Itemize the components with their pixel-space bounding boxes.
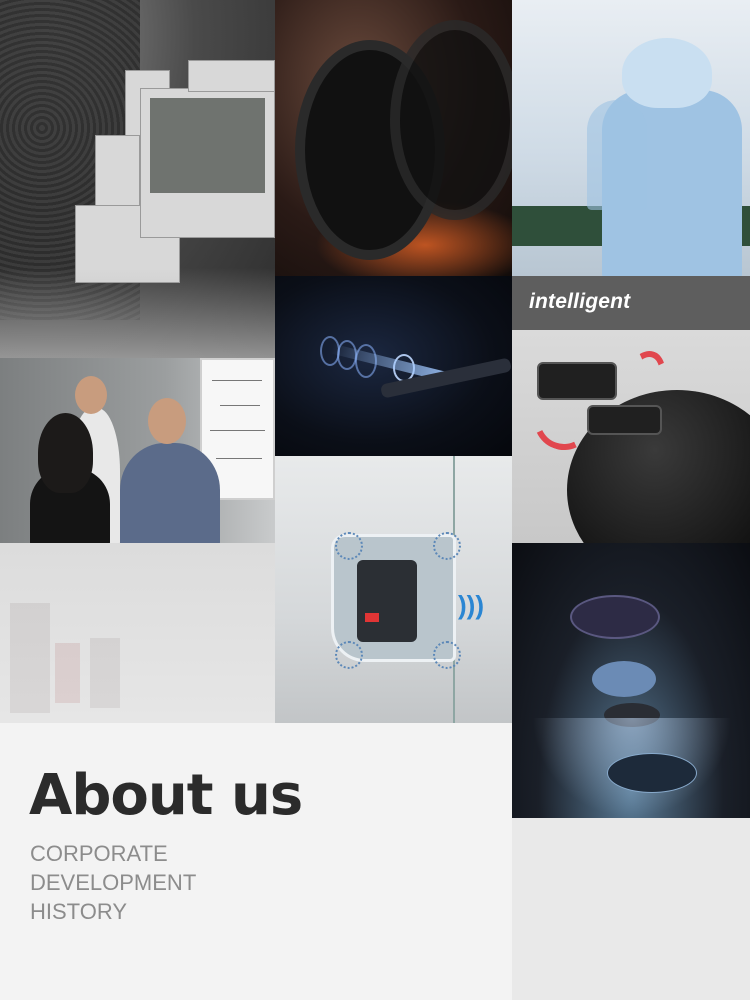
aerial-campus-photo <box>0 0 275 358</box>
sensor-wave-2 <box>433 532 461 560</box>
fog-overlay <box>0 268 275 358</box>
module-slot <box>587 405 662 435</box>
faded-background-photo <box>0 543 275 723</box>
person-back-head <box>75 376 107 414</box>
presenter-head <box>148 398 186 444</box>
camera-lens-photo <box>275 276 512 456</box>
wireless-signal-icon: ))) <box>458 590 484 620</box>
sensor-wave-4 <box>433 641 461 669</box>
top-disk <box>570 595 660 639</box>
robot-wheel-photo <box>275 0 512 276</box>
robot-vacuum-exploded-photo <box>512 330 750 543</box>
intelligent-banner: intelligent <box>512 276 750 330</box>
factory-worker-photo <box>512 0 750 276</box>
woman-hair <box>38 413 93 493</box>
building-2 <box>95 135 140 215</box>
right-bottom-panel <box>512 818 750 1000</box>
worker-background <box>587 100 647 210</box>
floor-spot <box>607 753 697 793</box>
green-roof <box>150 98 265 193</box>
building-4 <box>188 60 275 92</box>
lidar-disk <box>592 661 656 697</box>
subtitle-line-1: CORPORATE <box>30 841 168 866</box>
intelligent-label: intelligent <box>529 290 631 313</box>
about-subtitle: CORPORATE DEVELOPMENT HISTORY <box>30 839 196 926</box>
subtitle-line-3: HISTORY <box>30 899 127 924</box>
subtitle-line-2: DEVELOPMENT <box>30 870 197 895</box>
wheel-back <box>390 20 512 220</box>
person-presenter <box>120 443 220 543</box>
window-cleaning-robot-photo: ))) <box>275 456 512 723</box>
red-indicator <box>365 613 379 622</box>
robot-layers-photo <box>512 543 750 818</box>
sensor-wave-1 <box>335 532 363 560</box>
team-meeting-photo <box>0 358 275 543</box>
sensor-wave-3 <box>335 641 363 669</box>
worker-cap <box>622 38 712 108</box>
robot-core <box>357 560 417 642</box>
about-us-heading: About us <box>29 763 303 828</box>
